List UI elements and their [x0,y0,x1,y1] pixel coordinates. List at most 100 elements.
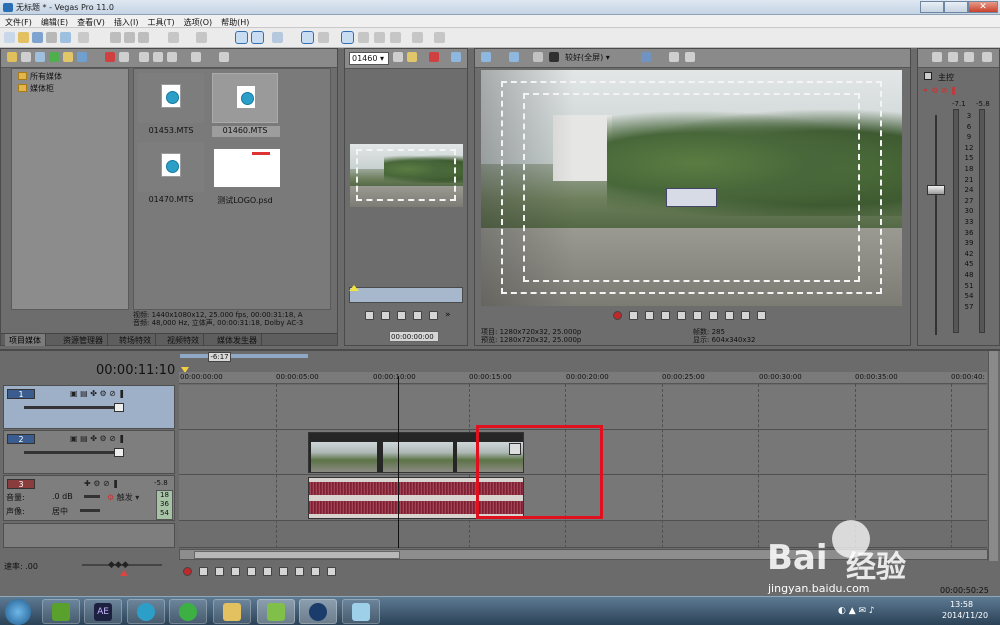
track-controls[interactable]: ▣ ▤ ✤ ⚙ ⊘ ❚ [70,434,125,443]
lane-track-1[interactable] [179,385,987,430]
copy-icon[interactable] [124,32,135,43]
timeline-stop-icon[interactable] [263,567,272,576]
track-controls[interactable]: ▣ ▤ ✤ ⚙ ⊘ ❚ [70,389,125,398]
tab-project-media[interactable]: 项目媒体 [5,334,46,346]
downmix-icon[interactable] [948,52,958,62]
capture-video-icon[interactable] [21,52,31,62]
taskbar-window[interactable] [342,599,380,624]
taskbar-vegas[interactable] [299,599,337,624]
timeline-loop-icon[interactable] [199,567,208,576]
stop-icon[interactable] [153,52,163,62]
snap-icon[interactable] [235,31,248,44]
track-header-3[interactable]: 3 ✚ ⚙ ⊘ ❚ 音量: .0 dB ⚙ 触发 ▾ 声像: 居中 -5.8 1… [3,475,175,521]
close-button[interactable]: ✕ [968,1,998,13]
split-screen-icon[interactable] [549,52,559,62]
taskbar-media[interactable] [127,599,165,624]
pause-icon[interactable] [677,311,686,320]
timeline-prev-frame-icon[interactable] [311,567,320,576]
menu-file[interactable]: 文件(F) [0,15,36,28]
trimmer-loop-icon[interactable] [365,311,374,320]
trimmer-pencil-icon[interactable] [407,52,417,62]
loop-icon[interactable] [629,311,638,320]
remove-icon[interactable] [105,52,115,62]
timeline-end-icon[interactable] [295,567,304,576]
auto-preview-icon[interactable] [167,52,177,62]
mixer-menu-icon[interactable] [982,52,992,62]
ripple-icon[interactable] [272,32,283,43]
minimize-button[interactable] [920,1,944,13]
redo-icon[interactable] [196,32,207,43]
tab-transitions[interactable]: 转场特效 [115,334,156,346]
zoom-tool-icon[interactable] [390,32,401,43]
timeline-record-icon[interactable] [183,567,192,576]
cut-icon[interactable] [110,32,121,43]
edit-tool-icon[interactable] [412,32,423,43]
trimmer-monitor-icon[interactable] [451,52,461,62]
get-photo-icon[interactable] [35,52,45,62]
save-snapshot-icon[interactable] [685,52,695,62]
selection-tool-icon[interactable] [374,32,385,43]
taskbar-nvidia[interactable] [42,599,80,624]
trimmer-settings-icon[interactable] [393,52,403,62]
properties-icon[interactable] [46,32,57,43]
trimmer-play-icon[interactable] [397,311,406,320]
mode-select[interactable]: ⚙ 触发 ▾ [107,492,139,503]
track-header-2[interactable]: 2 ▣ ▤ ✤ ⚙ ⊘ ❚ [3,430,175,474]
preview-quality-select[interactable]: 较好(全屏) ▾ [565,52,610,63]
menu-options[interactable]: 选项(O) [179,15,217,28]
pan-slider[interactable] [80,509,100,512]
mixer-view-icon[interactable] [964,52,974,62]
open-icon[interactable] [18,32,29,43]
timeline-pause-icon[interactable] [247,567,256,576]
search-media-icon[interactable] [63,52,73,62]
timeline-play-icon[interactable] [231,567,240,576]
play-icon[interactable] [139,52,149,62]
help-pointer-icon[interactable] [434,32,445,43]
taskbar-explorer[interactable] [213,599,251,624]
refresh-icon[interactable] [49,52,59,62]
media-thumb-01460[interactable] [212,73,278,123]
master-fader[interactable] [927,185,945,195]
record-icon[interactable] [613,311,622,320]
media-thumb-01453[interactable] [138,73,204,123]
playhead-cursor[interactable] [398,376,399,548]
tab-media-generators[interactable]: 媒体发生器 [213,334,262,346]
trimmer-play-start-icon[interactable] [381,311,390,320]
media-fx-icon[interactable] [77,52,87,62]
next-frame-icon[interactable] [757,311,766,320]
tray-icons[interactable]: ◐ ▲ ✉ ♪ [838,606,875,616]
time-ruler[interactable]: 00:00:00:00 00:00:05:00 00:00:10:00 00:0… [179,372,987,384]
tab-explorer[interactable]: 资源管理器 [59,334,108,346]
trimmer-clip-select[interactable]: 01460 ▾ [349,52,389,65]
menu-help[interactable]: 帮助(H) [216,15,253,28]
level-thumb[interactable] [114,448,124,457]
play-icon[interactable] [661,311,670,320]
media-thumb-01470[interactable] [138,142,204,192]
loop-region[interactable] [180,354,308,358]
views-icon[interactable] [191,52,201,62]
level-thumb[interactable] [114,403,124,412]
trimmer-pause-icon[interactable] [413,311,422,320]
maximize-button[interactable] [944,1,968,13]
render-icon[interactable] [60,32,71,43]
timeline-play-start-icon[interactable] [215,567,224,576]
properties-icon[interactable] [119,52,129,62]
paste-icon[interactable] [138,32,149,43]
taskbar-after-effects[interactable]: AE [84,599,122,624]
mixer-settings-icon[interactable] [932,52,942,62]
capture-icon[interactable] [78,32,89,43]
mixer-fx-icons[interactable]: ✦ ⚙ ⊘ ❚ [922,86,957,95]
menu-view[interactable]: 查看(V) [72,15,109,28]
play-from-start-icon[interactable] [645,311,654,320]
prev-frame-icon[interactable] [741,311,750,320]
trimmer-remove-icon[interactable] [429,52,439,62]
taskbar-paint[interactable] [257,599,295,624]
copy-snapshot-icon[interactable] [669,52,679,62]
tab-video-fx[interactable]: 视频特效 [163,334,204,346]
menu-tools[interactable]: 工具(T) [142,15,178,28]
undo-icon[interactable] [168,32,179,43]
save-icon[interactable] [32,32,43,43]
rate-thumb[interactable]: ◆◆◆ [108,560,129,570]
search-icon[interactable] [219,52,229,62]
scroll-thumb[interactable] [194,551,400,559]
